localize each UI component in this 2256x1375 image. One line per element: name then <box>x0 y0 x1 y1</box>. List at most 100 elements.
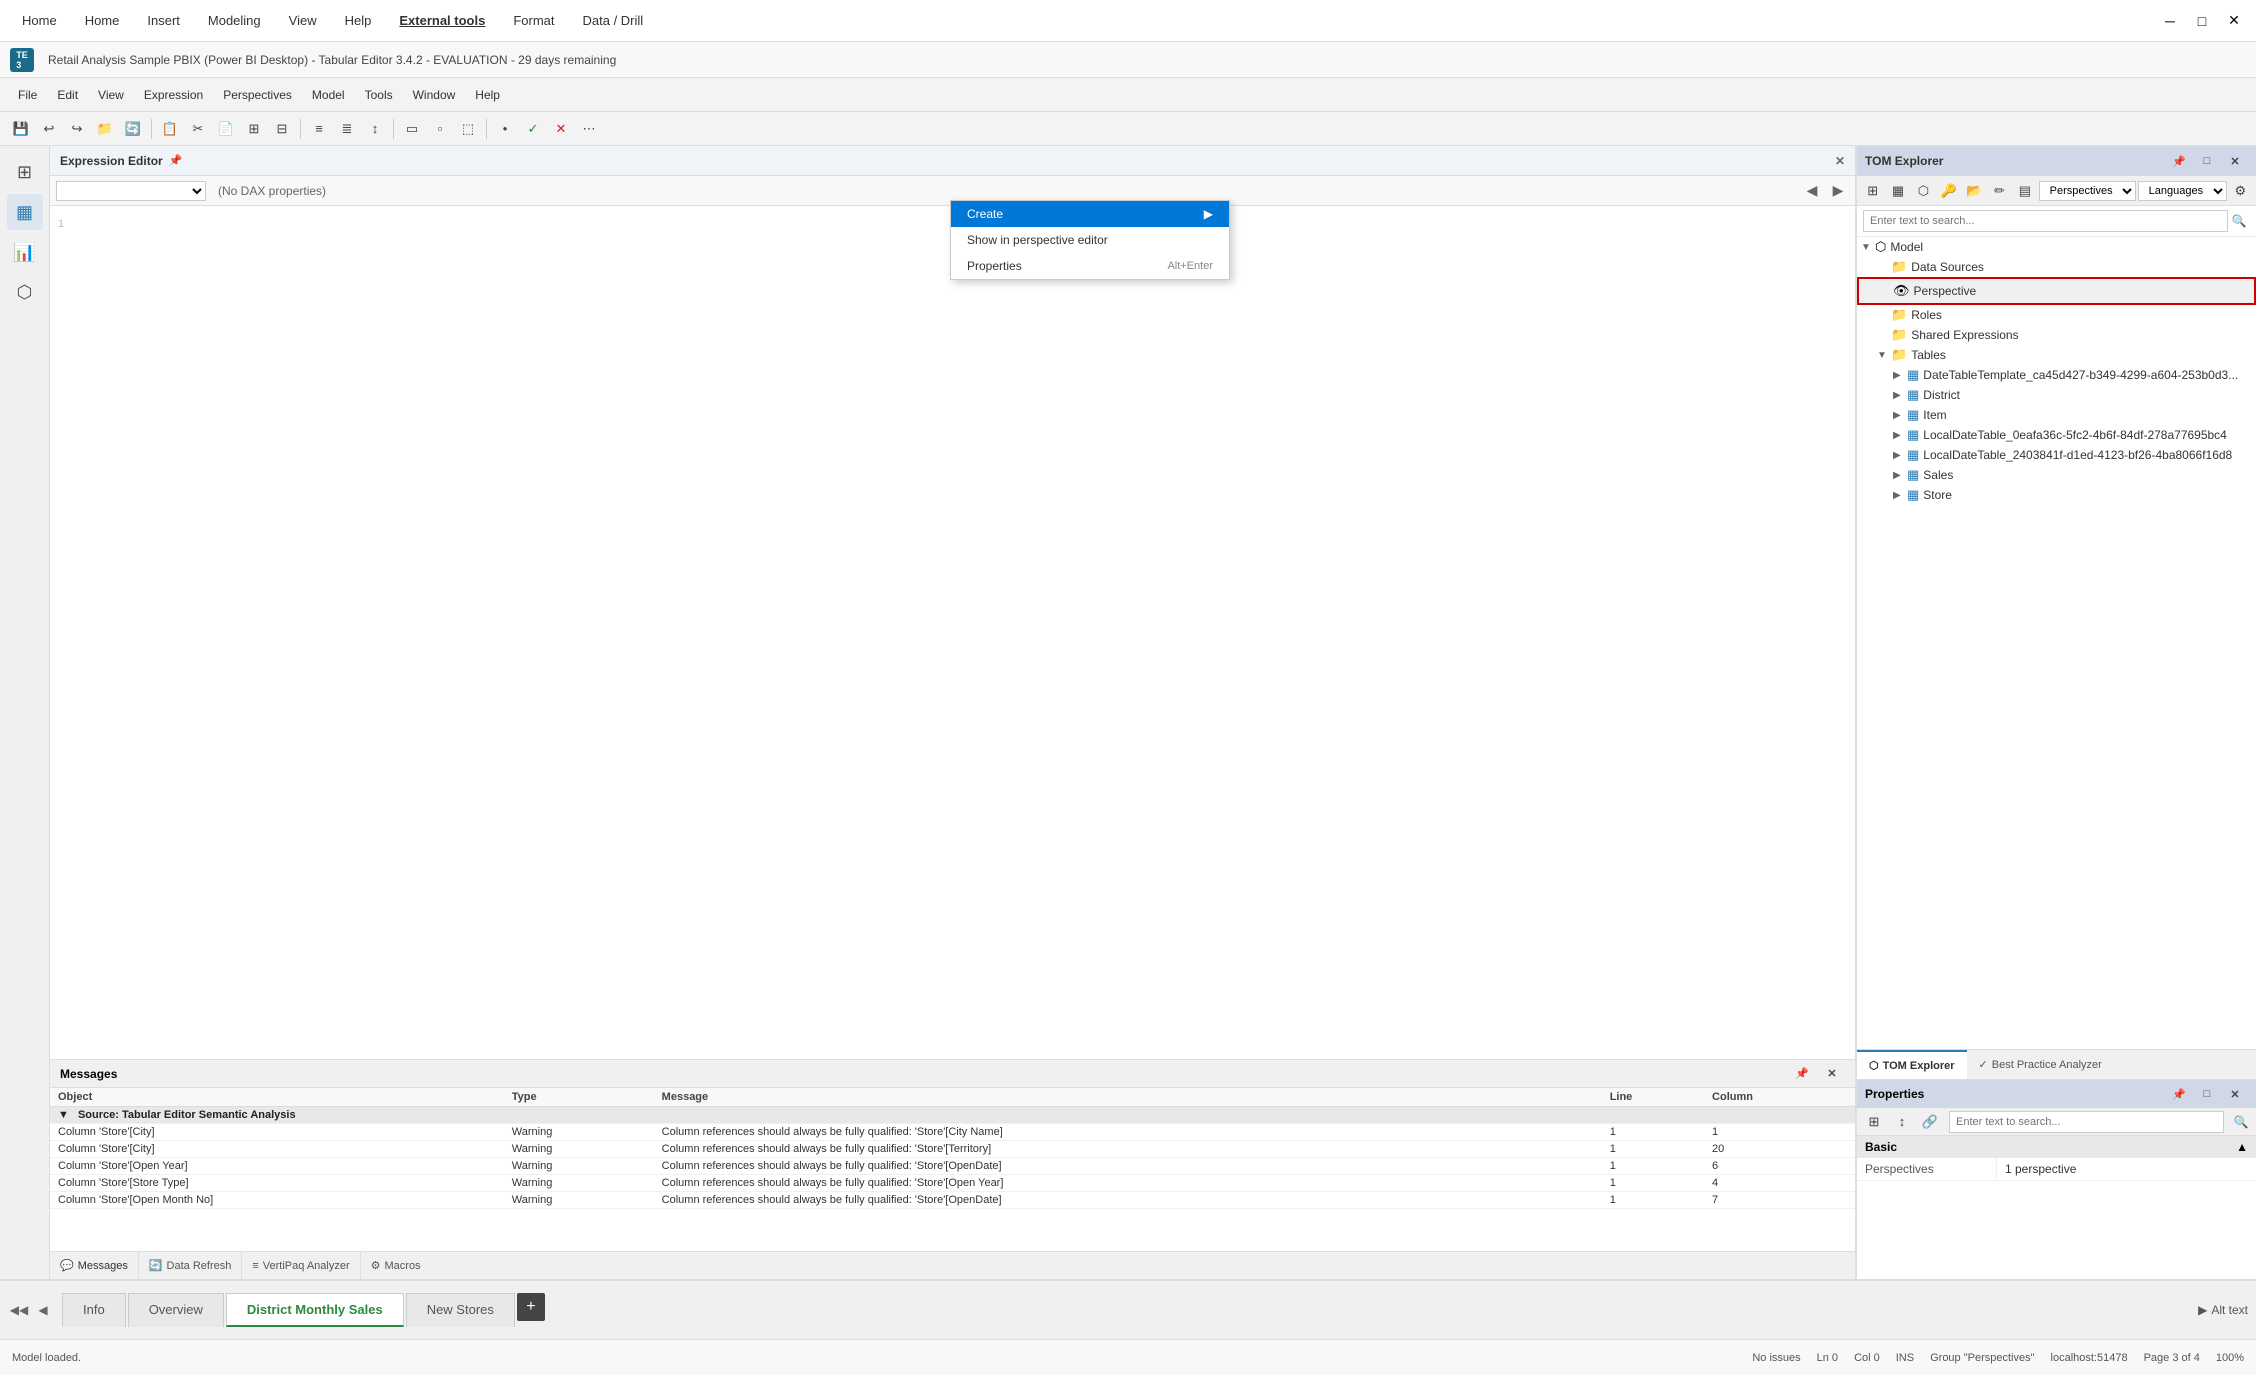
toolbar-btn-1[interactable]: 💾 <box>8 116 34 142</box>
toolbar-btn-11[interactable]: ≡ <box>306 116 332 142</box>
props-pin-btn[interactable]: 📌 <box>2166 1081 2192 1107</box>
messages-close-btn[interactable]: ✕ <box>1819 1061 1845 1087</box>
toolbar-btn-16[interactable]: ⬚ <box>455 116 481 142</box>
messages-tab[interactable]: 💬 Messages <box>50 1252 139 1279</box>
toolbar-btn-10[interactable]: ⊟ <box>269 116 295 142</box>
tom-tool-1[interactable]: ⊞ <box>1861 178 1884 204</box>
expression-editor-close[interactable]: ✕ <box>1835 154 1845 168</box>
tree-item-datasources[interactable]: ▶ 📁 Data Sources <box>1857 257 2256 277</box>
home-menu-item[interactable]: Home <box>71 7 134 34</box>
te-perspectives-menu[interactable]: Perspectives <box>213 84 302 106</box>
toolbar-btn-2[interactable]: ↩ <box>36 116 62 142</box>
tom-tool-2[interactable]: ▦ <box>1886 178 1909 204</box>
props-tool-1[interactable]: ⊞ <box>1861 1109 1887 1135</box>
expr-prev-btn[interactable]: ◀ <box>1801 180 1823 202</box>
tom-close-btn[interactable]: ✕ <box>2222 148 2248 174</box>
nav-prev-btn[interactable]: ◀ <box>32 1299 54 1321</box>
tom-explorer-tab[interactable]: ⬡ TOM Explorer <box>1857 1050 1967 1079</box>
minimize-button[interactable]: ─ <box>2156 7 2184 35</box>
te-edit-menu[interactable]: Edit <box>47 84 88 106</box>
overview-tab[interactable]: Overview <box>128 1293 224 1327</box>
best-practice-tab[interactable]: ✓ Best Practice Analyzer <box>1967 1050 2114 1079</box>
tree-item-item[interactable]: ▶ ▦ Item <box>1857 405 2256 425</box>
props-search-icon[interactable]: 🔍 <box>2230 1111 2252 1133</box>
toolbar-btn-17[interactable]: • <box>492 116 518 142</box>
tree-item-sales[interactable]: ▶ ▦ Sales <box>1857 465 2256 485</box>
te-expression-menu[interactable]: Expression <box>134 84 213 106</box>
props-search-input[interactable] <box>1949 1111 2224 1133</box>
tom-tool-5[interactable]: 📂 <box>1963 178 1986 204</box>
insert-menu-item[interactable]: Insert <box>133 7 194 34</box>
expression-body[interactable]: 1 <box>50 206 1855 1059</box>
sidebar-home-icon[interactable]: ⊞ <box>7 154 43 190</box>
te-window-menu[interactable]: Window <box>403 84 466 106</box>
tree-item-localdatetable2[interactable]: ▶ ▦ LocalDateTable_2403841f-d1ed-4123-bf… <box>1857 445 2256 465</box>
tree-item-perspectives[interactable]: ▶ 👁 Perspective <box>1857 277 2256 305</box>
te-help-menu[interactable]: Help <box>465 84 510 106</box>
tree-item-district[interactable]: ▶ ▦ District <box>1857 385 2256 405</box>
props-tool-3[interactable]: 🔗 <box>1917 1109 1943 1135</box>
tom-tool-4[interactable]: 🔑 <box>1937 178 1960 204</box>
help-menu-item[interactable]: Help <box>331 7 386 34</box>
te-view-menu[interactable]: View <box>88 84 134 106</box>
tree-item-model[interactable]: ▼ ⬡ Model <box>1857 237 2256 257</box>
tom-search-icon[interactable]: 🔍 <box>2228 210 2250 232</box>
basic-collapse-icon[interactable]: ▲ <box>2236 1140 2248 1154</box>
toolbar-btn-15[interactable]: ▫ <box>427 116 453 142</box>
toolbar-btn-18[interactable]: ⋯ <box>576 116 602 142</box>
toolbar-btn-x[interactable]: ✕ <box>548 116 574 142</box>
toolbar-btn-6[interactable]: 📋 <box>157 116 183 142</box>
toolbar-btn-13[interactable]: ↕ <box>362 116 388 142</box>
toolbar-btn-3[interactable]: ↪ <box>64 116 90 142</box>
toolbar-btn-14[interactable]: ▭ <box>399 116 425 142</box>
maximize-button[interactable]: □ <box>2188 7 2216 35</box>
toolbar-btn-8[interactable]: 📄 <box>213 116 239 142</box>
context-menu-properties[interactable]: Properties Alt+Enter <box>951 253 1229 279</box>
tree-item-store[interactable]: ▶ ▦ Store <box>1857 485 2256 505</box>
tree-item-datetabletemplate[interactable]: ▶ ▦ DateTableTemplate_ca45d427-b349-4299… <box>1857 365 2256 385</box>
toolbar-btn-4[interactable]: 📁 <box>92 116 118 142</box>
close-button[interactable]: ✕ <box>2220 7 2248 35</box>
te-file-menu[interactable]: File <box>8 84 47 106</box>
tom-pin-btn[interactable]: 📌 <box>2166 148 2192 174</box>
perspectives-dropdown[interactable]: Perspectives <box>2039 181 2136 201</box>
toolbar-btn-12[interactable]: ≣ <box>334 116 360 142</box>
expr-next-btn[interactable]: ▶ <box>1827 180 1849 202</box>
te-model-menu[interactable]: Model <box>302 84 355 106</box>
toolbar-btn-7[interactable]: ✂ <box>185 116 211 142</box>
nav-first-btn[interactable]: ◀◀ <box>8 1299 30 1321</box>
context-menu-show-in-perspective[interactable]: Show in perspective editor <box>951 227 1229 253</box>
tree-item-localdatetable1[interactable]: ▶ ▦ LocalDateTable_0eafa36c-5fc2-4b6f-84… <box>1857 425 2256 445</box>
tom-tool-3[interactable]: ⬡ <box>1912 178 1935 204</box>
tree-item-roles[interactable]: ▶ 📁 Roles <box>1857 305 2256 325</box>
toolbar-btn-check[interactable]: ✓ <box>520 116 546 142</box>
vertipaq-tab[interactable]: ≡ VertiPaq Analyzer <box>242 1252 360 1279</box>
data-drill-menu-item[interactable]: Data / Drill <box>569 7 658 34</box>
context-menu-create[interactable]: Create ▶ <box>951 201 1229 227</box>
info-tab[interactable]: Info <box>62 1293 126 1327</box>
languages-dropdown[interactable]: Languages <box>2138 181 2227 201</box>
macros-tab[interactable]: ⚙ Macros <box>361 1252 431 1279</box>
toolbar-btn-9[interactable]: ⊞ <box>241 116 267 142</box>
sidebar-model-icon[interactable]: ⬡ <box>7 274 43 310</box>
tom-search-input[interactable] <box>1863 210 2228 232</box>
modeling-menu-item[interactable]: Modeling <box>194 7 275 34</box>
district-monthly-sales-tab[interactable]: District Monthly Sales <box>226 1293 404 1327</box>
expression-editor-pin[interactable]: 📌 <box>169 154 183 167</box>
props-maximize-btn[interactable]: □ <box>2194 1081 2220 1107</box>
group-arrow-icon[interactable]: ▼ <box>58 1109 69 1121</box>
view-menu-item[interactable]: View <box>275 7 331 34</box>
external-tools-menu-item[interactable]: External tools <box>385 7 499 34</box>
data-refresh-tab[interactable]: 🔄 Data Refresh <box>139 1252 243 1279</box>
toolbar-btn-5[interactable]: 🔄 <box>120 116 146 142</box>
expression-dropdown[interactable] <box>56 181 206 201</box>
tree-item-shared[interactable]: ▶ 📁 Shared Expressions <box>1857 325 2256 345</box>
tom-maximize-btn[interactable]: □ <box>2194 148 2220 174</box>
props-close-btn[interactable]: ✕ <box>2222 1081 2248 1107</box>
sidebar-chart-icon[interactable]: 📊 <box>7 234 43 270</box>
sidebar-table-icon[interactable]: ▦ <box>7 194 43 230</box>
file-menu-item[interactable]: Home <box>8 7 71 34</box>
format-menu-item[interactable]: Format <box>499 7 568 34</box>
tree-item-tables[interactable]: ▼ 📁 Tables <box>1857 345 2256 365</box>
tom-tool-7[interactable]: ▤ <box>2013 178 2036 204</box>
